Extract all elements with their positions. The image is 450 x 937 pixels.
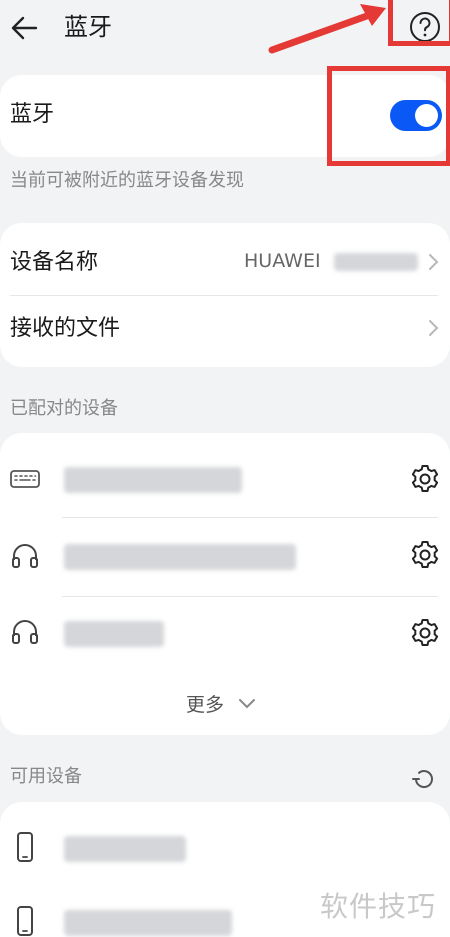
discoverable-hint: 当前可被附近的蓝牙设备发现	[10, 170, 244, 191]
received-files-label[interactable]: 接收的文件	[10, 314, 120, 344]
bluetooth-label: 蓝牙	[10, 102, 55, 127]
keyboard-icon	[10, 470, 40, 488]
available-device-name-redacted[interactable]	[64, 910, 232, 936]
device-name-value: HUAWEI	[244, 250, 321, 272]
paired-devices-section-label: 已配对的设备	[10, 398, 118, 419]
divider	[62, 596, 438, 597]
chevron-right-icon	[429, 254, 439, 270]
headphones-icon	[12, 544, 38, 568]
phone-icon	[17, 906, 33, 936]
gear-icon[interactable]	[408, 616, 442, 650]
gear-icon[interactable]	[408, 462, 442, 496]
divider	[10, 295, 438, 296]
chevron-down-icon[interactable]	[236, 694, 258, 714]
device-name-redacted	[334, 253, 418, 271]
divider	[62, 517, 438, 518]
annotation-box-switch	[327, 66, 450, 166]
chevron-right-icon	[429, 320, 439, 336]
available-device-name-redacted[interactable]	[64, 836, 186, 862]
more-devices-button[interactable]: 更多	[186, 690, 224, 717]
paired-device-name-redacted[interactable]	[64, 621, 164, 647]
available-devices-section-label: 可用设备	[10, 766, 82, 787]
annotation-arrow	[268, 4, 386, 54]
refresh-scan-icon[interactable]	[410, 765, 438, 793]
phone-icon	[17, 832, 33, 862]
gear-icon[interactable]	[408, 538, 442, 572]
headphones-icon	[12, 620, 38, 644]
paired-device-name-redacted[interactable]	[64, 467, 242, 493]
annotation-box-help	[388, 0, 450, 46]
paired-device-name-redacted[interactable]	[64, 544, 296, 570]
device-name-label[interactable]: 设备名称	[10, 248, 98, 278]
watermark: 软件技巧	[320, 890, 437, 923]
